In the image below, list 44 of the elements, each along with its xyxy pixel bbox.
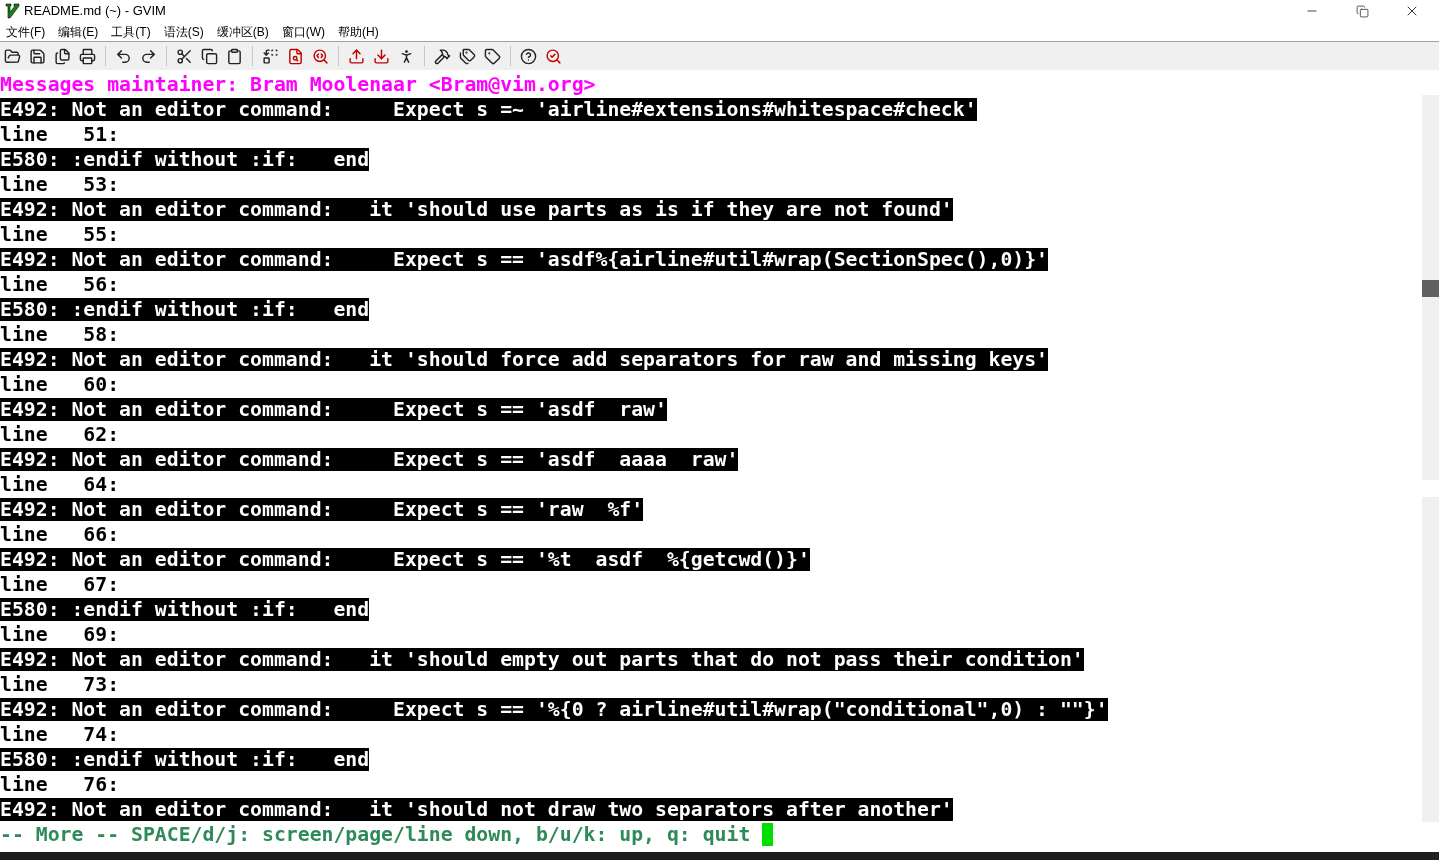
line-number-message: line 73: (0, 673, 120, 696)
line-number-message: line 51: (0, 123, 120, 146)
error-message: E492: Not an editor command: Expect s == 'asdf%{airline#util#wrap(SectionSpec(),0)}' (0, 248, 1049, 271)
vim-logo-icon (4, 3, 20, 19)
error-message: E580: :endif without :if: end (0, 598, 370, 621)
error-message: E492: Not an editor command: it 'should empty out parts that do not pass their condition' (0, 648, 1084, 671)
restore-icon (1355, 4, 1369, 18)
line-number-message: line 56: (0, 273, 120, 296)
menu-item[interactable]: 文件(F) (6, 22, 46, 41)
scrollbar-thumb[interactable] (1422, 280, 1439, 297)
menu-item[interactable]: 窗口(W) (281, 22, 325, 41)
line-number-message: line 67: (0, 573, 120, 596)
more-prompt: -- More -- SPACE/d/j: screen/page/line down, b/u/k: up, q: quit (0, 822, 751, 847)
line-number-message: line 53: (0, 173, 120, 196)
error-message: E492: Not an editor command: Expect s == 'raw %f' (0, 498, 644, 521)
error-message: E492: Not an editor command: Expect s == 'asdf aaaa raw' (0, 448, 739, 471)
line-number-message: line 62: (0, 423, 120, 446)
error-message: E492: Not an editor command: it 'should use parts as is if they are not found' (0, 198, 953, 221)
line-number-message: line 69: (0, 623, 120, 646)
error-message: E492: Not an editor command: Expect s =~ 'airline#extensions#whitespace#check' (0, 98, 977, 121)
error-message: E492: Not an editor command: it 'should not draw two separators after another' (0, 798, 953, 821)
error-message: E492: Not an editor command: it 'should force add separators for raw and missing keys' (0, 348, 1049, 371)
window-title: README.md (~) - GVIM (24, 2, 166, 21)
line-number-message: line 66: (0, 523, 120, 546)
cursor (762, 823, 774, 846)
line-number-message: line 64: (0, 473, 120, 496)
menu-item[interactable]: 编辑(E) (58, 22, 99, 41)
menu-item[interactable]: 缓冲区(B) (216, 22, 269, 41)
error-message: E492: Not an editor command: Expect s == 'asdf raw' (0, 398, 667, 421)
line-number-message: line 76: (0, 773, 120, 796)
menu-item[interactable]: 工具(T) (111, 22, 151, 41)
menu-item[interactable]: 语法(S) (163, 22, 204, 41)
error-message: E580: :endif without :if: end (0, 148, 370, 171)
error-message: E492: Not an editor command: Expect s == '%{0 ? airline#util#wrap("conditional",0) : ""}' (0, 698, 1108, 721)
line-number-message: line 55: (0, 223, 120, 246)
error-message: E492: Not an editor command: Expect s == '%t asdf %{getcwd()}' (0, 548, 810, 571)
header-message: Messages maintainer: Bram Moolenaar <Bram@vim.org> (0, 73, 596, 96)
menu-item[interactable]: 帮助(H) (338, 22, 379, 41)
line-number-message: line 74: (0, 723, 120, 746)
line-number-message: line 60: (0, 373, 120, 396)
error-message: E580: :endif without :if: end (0, 298, 370, 321)
line-number-message: line 58: (0, 323, 120, 346)
scrollbar[interactable] (1422, 95, 1439, 480)
error-message: E580: :endif without :if: end (0, 748, 370, 771)
